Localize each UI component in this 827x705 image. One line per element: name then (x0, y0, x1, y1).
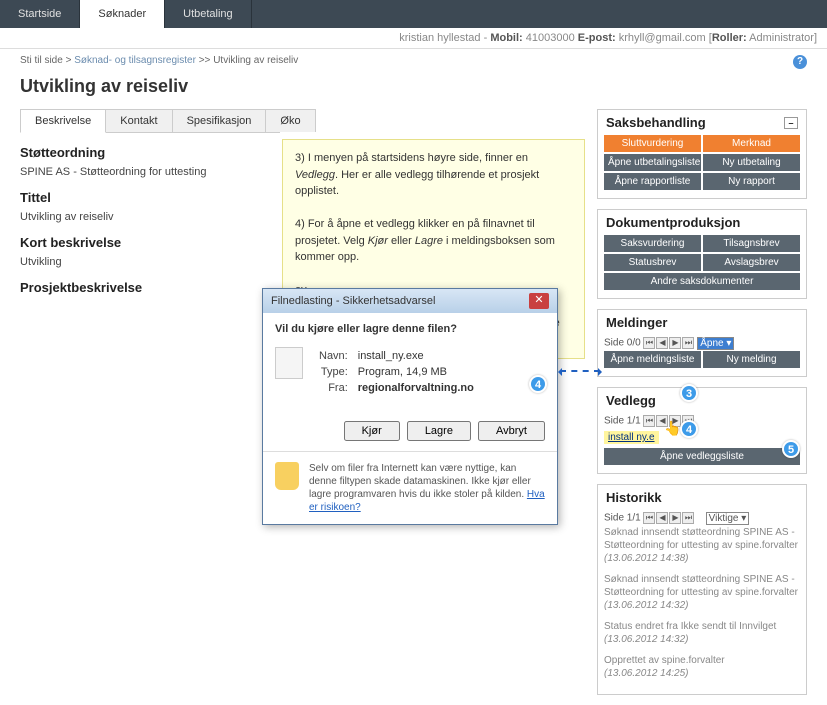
navn-label: Navn: (315, 349, 352, 363)
ib-4b: Kjør (368, 235, 388, 247)
btn-apne-meldingsliste[interactable]: Åpne meldingsliste (604, 351, 701, 368)
user-bar: kristian hyllestad - Mobil: 41003000 E-p… (0, 28, 827, 49)
minimize-icon[interactable]: – (784, 117, 798, 129)
help-icon[interactable]: ? (793, 55, 807, 69)
type-value: Program, 14,9 MB (354, 365, 478, 379)
badge-4: 4 (680, 420, 698, 438)
annotation-arrow (560, 370, 600, 372)
heading-tittel: Tittel (20, 190, 280, 205)
bc-prefix: Sti til side > (20, 55, 71, 66)
type-label: Type: (315, 365, 352, 379)
ib-3b: Vedlegg (295, 169, 335, 181)
mobil-label: Mobil: (490, 32, 522, 44)
btn-merknad[interactable]: Merknad (703, 135, 800, 152)
ib-4d: Lagre (415, 235, 443, 247)
tab-beskrivelse[interactable]: Beskrivelse (20, 109, 106, 133)
bc-current: Utvikling av reiseliv (213, 55, 298, 66)
roller-value: Administrator (749, 32, 814, 44)
btn-apne-rapport[interactable]: Åpne rapportliste (604, 173, 701, 190)
btn-statusbrev[interactable]: Statusbrev (604, 254, 701, 271)
text-tittel: Utvikling av reiseliv (20, 211, 280, 223)
dialog-question: Vil du kjøre eller lagre denne filen? (275, 323, 545, 335)
panel-title-hist: Historikk (606, 490, 662, 505)
breadcrumb: Sti til side > Søknad- og tilsagnsregist… (0, 49, 827, 72)
roller-label: Roller: (712, 32, 747, 44)
heading-stotteordning: Støtteordning (20, 145, 280, 160)
subtabs: Beskrivelse Kontakt Spesifikasjon Øko (20, 109, 280, 133)
btn-tilsagnsbrev[interactable]: Tilsagnsbrev (703, 235, 800, 252)
panel-historikk: Historikk Side 1/1 ⏮◀▶⏭ Viktige ▾ Søknad… (597, 484, 807, 695)
shield-icon (275, 462, 299, 490)
file-info-table: Navn:install_ny.exe Type:Program, 14,9 M… (313, 347, 480, 397)
warn-text: Selv om filer fra Internett kan være nyt… (309, 463, 531, 500)
left-column: Beskrivelse Kontakt Spesifikasjon Øko St… (20, 109, 280, 705)
dialog-title-text: Filnedlasting - Sikkerhetsadvarsel (271, 295, 435, 307)
meld-pager[interactable]: ⏮◀▶⏭ (643, 337, 694, 349)
epost-label: E-post: (578, 32, 616, 44)
btn-ny-rapport[interactable]: Ny rapport (703, 173, 800, 190)
hist-item: Søknad innsendt støtteordning SPINE AS -… (604, 573, 800, 612)
panel-meldinger: Meldinger Side 0/0 ⏮◀▶⏭ Åpne ▾ Åpne meld… (597, 309, 807, 377)
btn-avslagsbrev[interactable]: Avslagsbrev (703, 254, 800, 271)
badge-3: 3 (680, 384, 698, 402)
btn-lagre[interactable]: Lagre (407, 421, 471, 441)
file-icon (275, 347, 303, 379)
heading-kort: Kort beskrivelse (20, 235, 280, 250)
panel-title-saks: Saksbehandling (606, 115, 706, 130)
btn-ny-utbetaling[interactable]: Ny utbetaling (703, 154, 800, 171)
panel-saksbehandling: Saksbehandling – SluttvurderingMerknad Åp… (597, 109, 807, 199)
fra-value: regionalforvaltning.no (358, 382, 474, 394)
bc-link[interactable]: Søknad- og tilsagnsregister (74, 55, 196, 66)
btn-apne-vedleggsliste[interactable]: Åpne vedleggsliste (604, 448, 800, 465)
hist-item: Status endret fra Ikke sendt til Innvilg… (604, 620, 800, 646)
ib-4c: eller (388, 235, 415, 247)
btn-apne-utbetaling[interactable]: Åpne utbetalingsliste (604, 154, 701, 171)
heading-prosjekt: Prosjektbeskrivelse (20, 280, 280, 295)
user-name: kristian hyllestad (399, 32, 480, 44)
panel-dokumentproduksjon: Dokumentproduksjon SaksvurderingTilsagns… (597, 209, 807, 299)
panel-title-ved: Vedlegg (606, 393, 656, 408)
hist-pager[interactable]: ⏮◀▶⏭ (643, 512, 694, 524)
badge-5: 5 (782, 440, 800, 458)
panel-vedlegg: Vedlegg Side 1/1 ⏮◀▶⏭ install ny.e Åpne … (597, 387, 807, 474)
hist-item: Opprettet av spine.forvalter(13.06.2012 … (604, 654, 800, 680)
tab-kontakt[interactable]: Kontakt (105, 109, 172, 132)
download-dialog: Filnedlasting - Sikkerhetsadvarsel ✕ Vil… (262, 288, 558, 525)
vedlegg-file-link[interactable]: install ny.e (604, 431, 659, 444)
btn-saksvurdering[interactable]: Saksvurdering (604, 235, 701, 252)
fra-label: Fra: (315, 381, 352, 395)
text-stotteordning: SPINE AS - Støtteordning for uttesting (20, 166, 280, 178)
hist-item: Søknad innsendt støtteordning SPINE AS -… (604, 526, 800, 565)
nav-utbetaling[interactable]: Utbetaling (165, 0, 252, 28)
badge-4-dialog: 4 (529, 375, 547, 393)
ib-3a: 3) I menyen på startsidens høyre side, f… (295, 152, 528, 164)
tab-spesifikasjon[interactable]: Spesifikasjon (172, 109, 267, 132)
meld-side: Side 0/0 (604, 338, 641, 349)
dialog-close-icon[interactable]: ✕ (529, 293, 549, 309)
dialog-warning: Selv om filer fra Internett kan være nyt… (263, 451, 557, 524)
nav-startside[interactable]: Startside (0, 0, 80, 28)
epost-value: krhyll@gmail.com (619, 32, 706, 44)
panel-title-dok: Dokumentproduksjon (606, 215, 740, 230)
nav-soknader[interactable]: Søknader (80, 0, 165, 28)
right-column: Saksbehandling – SluttvurderingMerknad Åp… (597, 109, 807, 705)
btn-andre-saksdok[interactable]: Andre saksdokumenter (604, 273, 800, 290)
panel-title-meld: Meldinger (606, 315, 667, 330)
btn-ny-melding[interactable]: Ny melding (703, 351, 800, 368)
meld-select[interactable]: Åpne ▾ (697, 337, 734, 350)
mobil-value: 41003000 (526, 32, 575, 44)
btn-kjor[interactable]: Kjør (344, 421, 400, 441)
top-nav: Startside Søknader Utbetaling (0, 0, 827, 28)
hist-select[interactable]: Viktige ▾ (706, 512, 750, 525)
btn-sluttvurdering[interactable]: Sluttvurdering (604, 135, 701, 152)
hist-side: Side 1/1 (604, 513, 641, 524)
bc-sep: >> (199, 55, 211, 66)
btn-avbryt[interactable]: Avbryt (478, 421, 545, 441)
navn-value: install_ny.exe (354, 349, 478, 363)
page-title: Utvikling av reiseliv (0, 72, 827, 109)
text-kort: Utvikling (20, 256, 280, 268)
ved-side: Side 1/1 (604, 416, 641, 427)
